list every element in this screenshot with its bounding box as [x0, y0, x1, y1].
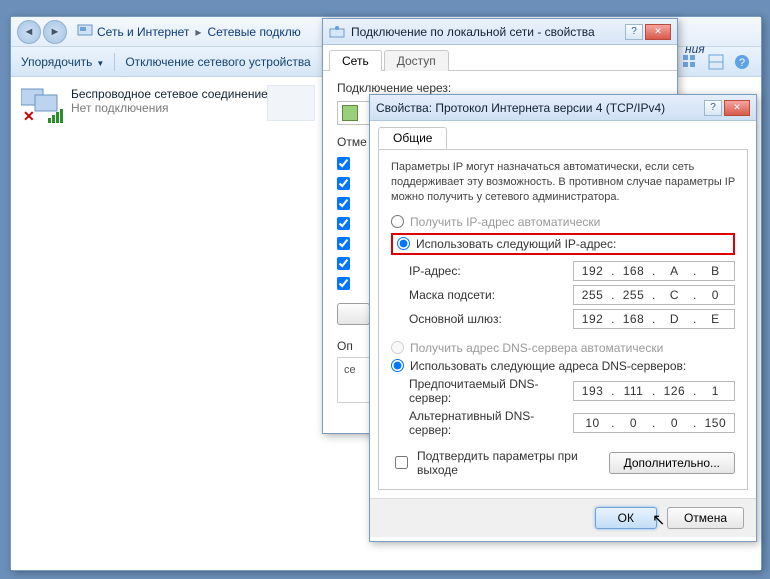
nav-forward-button[interactable]: ►	[43, 20, 67, 44]
radio-manual-dns[interactable]: Использовать следующие адреса DNS-сервер…	[391, 359, 735, 373]
cancel-button[interactable]: Отмена	[667, 507, 744, 529]
install-button[interactable]	[337, 303, 370, 325]
confirm-on-exit-label: Подтвердить параметры при выходе	[417, 449, 609, 477]
checkbox[interactable]	[337, 177, 350, 190]
checkbox[interactable]	[337, 157, 350, 170]
radio-label: Получить адрес DNS-сервера автоматически	[410, 341, 663, 355]
toolbar-disable-device-button[interactable]: Отключение сетевого устройства	[125, 55, 310, 69]
connection-icon: ✕	[21, 87, 63, 119]
checkbox[interactable]	[337, 277, 350, 290]
tab-access[interactable]: Доступ	[384, 50, 449, 71]
ip-address-label: IP-адрес:	[409, 264, 573, 278]
toolbar-organize-button[interactable]: Упорядочить▼	[21, 55, 104, 69]
preferred-dns-row: Предпочитаемый DNS-сервер: 193. 111. 126…	[409, 377, 735, 405]
lan-help-button[interactable]: ?	[625, 24, 643, 40]
connection-status: Нет подключения	[71, 101, 169, 115]
checkbox[interactable]	[337, 237, 350, 250]
signal-bars-icon	[48, 109, 63, 123]
toolbar-separator	[114, 53, 115, 71]
subnet-mask-row: Маска подсети: 255. 255. C. 0	[409, 285, 735, 305]
lan-titlebar: Подключение по локальной сети - свойства…	[323, 19, 677, 45]
svg-text:?: ?	[739, 57, 745, 69]
truncated-text: ния	[685, 42, 705, 56]
radio-auto-dns: Получить адрес DNS-сервера автоматически	[391, 341, 735, 355]
checkbox[interactable]	[337, 257, 350, 270]
preferred-dns-label: Предпочитаемый DNS-сервер:	[409, 377, 573, 405]
lan-title-icon	[329, 24, 345, 40]
tab-general[interactable]: Общие	[378, 127, 447, 149]
radio-auto-ip[interactable]: Получить IP-адрес автоматически	[391, 215, 735, 229]
radio-input[interactable]	[391, 215, 404, 228]
tab-network[interactable]: Сеть	[329, 50, 382, 71]
ipv4-close-button[interactable]: ✕	[724, 100, 750, 116]
connection-name: Беспроводное сетевое соединение	[71, 87, 268, 101]
radio-label: Использовать следующий IP-адрес:	[416, 237, 616, 251]
radio-input	[391, 341, 404, 354]
radio-label: Использовать следующие адреса DNS-сервер…	[410, 359, 686, 373]
gateway-label: Основной шлюз:	[409, 312, 573, 326]
radio-label: Получить IP-адрес автоматически	[410, 215, 600, 229]
ip-address-row: IP-адрес: 192. 168. A. B	[409, 261, 735, 281]
advanced-button[interactable]: Дополнительно...	[609, 452, 735, 474]
ipv4-title: Свойства: Протокол Интернета версии 4 (T…	[376, 101, 665, 115]
lan-title: Подключение по локальной сети - свойства	[351, 25, 595, 39]
radio-manual-ip[interactable]: Использовать следующий IP-адрес:	[391, 233, 735, 255]
ip-address-input[interactable]: 192. 168. A. B	[573, 261, 735, 281]
ipv4-help-button[interactable]: ?	[704, 100, 722, 116]
alternate-dns-label: Альтернативный DNS-сервер:	[409, 409, 573, 437]
breadcrumb-2[interactable]: Сетевые подклю	[207, 25, 300, 39]
alternate-dns-input[interactable]: 10. 0. 0. 150	[573, 413, 735, 433]
breadcrumb-sep-icon: ▸	[195, 25, 201, 39]
ok-button[interactable]: ОК	[595, 507, 657, 529]
lan-close-button[interactable]: ✕	[645, 24, 671, 40]
ipv4-tabs: Общие	[370, 121, 756, 149]
toolbar-help-icon[interactable]: ?	[733, 53, 751, 71]
chevron-down-icon: ▼	[96, 59, 104, 68]
checkbox[interactable]	[337, 197, 350, 210]
toolbar-layout-icon[interactable]	[707, 53, 725, 71]
connect-via-label: Подключение через:	[337, 81, 663, 95]
ipv4-titlebar: Свойства: Протокол Интернета версии 4 (T…	[370, 95, 756, 121]
lan-tabs: Сеть Доступ	[323, 45, 677, 71]
confirm-on-exit-checkbox[interactable]	[395, 456, 408, 469]
error-x-icon: ✕	[23, 108, 35, 125]
subnet-mask-label: Маска подсети:	[409, 288, 573, 302]
gateway-row: Основной шлюз: 192. 168. D. E	[409, 309, 735, 329]
subnet-mask-input[interactable]: 255. 255. C. 0	[573, 285, 735, 305]
checkbox[interactable]	[337, 217, 350, 230]
preferred-dns-input[interactable]: 193. 111. 126. 1	[573, 381, 735, 401]
ipv4-description: Параметры IP могут назначаться автоматич…	[391, 160, 735, 205]
radio-input[interactable]	[391, 359, 404, 372]
breadcrumb-1[interactable]: Сеть и Интернет	[97, 25, 189, 39]
alternate-dns-row: Альтернативный DNS-сервер: 10. 0. 0. 150	[409, 409, 735, 437]
ipv4-properties-window: Свойства: Протокол Интернета версии 4 (T…	[369, 94, 757, 542]
radio-input[interactable]	[397, 237, 410, 250]
ipv4-body: Параметры IP могут назначаться автоматич…	[378, 149, 748, 490]
adapter-icon	[342, 105, 358, 121]
ipv4-button-row: ОК Отмена	[370, 498, 756, 537]
gateway-input[interactable]: 192. 168. D. E	[573, 309, 735, 329]
nav-back-button[interactable]: ◄	[17, 20, 41, 44]
breadcrumb-icon	[77, 22, 93, 41]
connection-ghost-icon	[267, 85, 315, 121]
